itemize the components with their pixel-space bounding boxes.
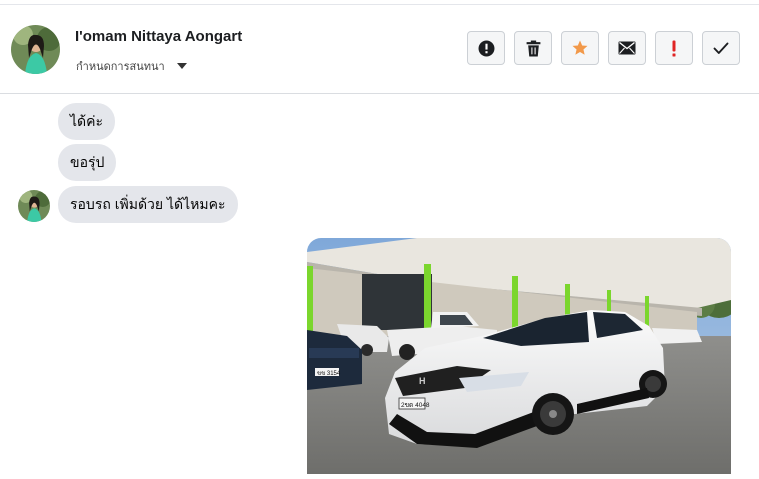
mark-unread-button[interactable] [608,31,646,65]
exclamation-icon [672,40,676,56]
svg-text:H: H [419,376,426,386]
plate-left-text: ขข 3154 [317,371,341,377]
conversation-header: I'omam Nittaya Aongart กำหนดการสนทนา [0,5,759,94]
message-bubble[interactable]: รอบรถ เพิ่มด้วย ได้ไหมคะ [58,186,238,223]
checkmark-icon [713,42,729,54]
envelope-icon [618,41,636,55]
star-button[interactable] [561,31,599,65]
action-toolbar [467,31,740,65]
car-photo-attachment[interactable]: ขข 3154 H 2ขด 4048 [307,238,731,474]
car-photo: ขข 3154 H 2ขด 4048 [307,238,731,474]
alert-circle-icon [478,40,494,56]
contact-name[interactable]: I'omam Nittaya Aongart [75,28,242,45]
spam-button[interactable] [655,31,693,65]
message-bubble[interactable]: ได้ค่ะ [58,103,116,140]
conversation-options-label: กำหนดการสนทนา [76,61,165,73]
sender-avatar[interactable] [18,190,50,222]
report-button[interactable] [467,31,505,65]
trash-icon [526,40,540,56]
contact-avatar[interactable] [11,25,60,74]
caret-down-icon [176,63,187,69]
mark-done-button[interactable] [702,31,740,65]
conversation-options[interactable]: กำหนดการสนทนา [76,57,187,75]
delete-button[interactable] [514,31,552,65]
message-bubble[interactable]: ขอรุ่ป [58,144,117,181]
plate-right-text: 2ขด 4048 [401,402,430,409]
star-icon [572,40,588,55]
